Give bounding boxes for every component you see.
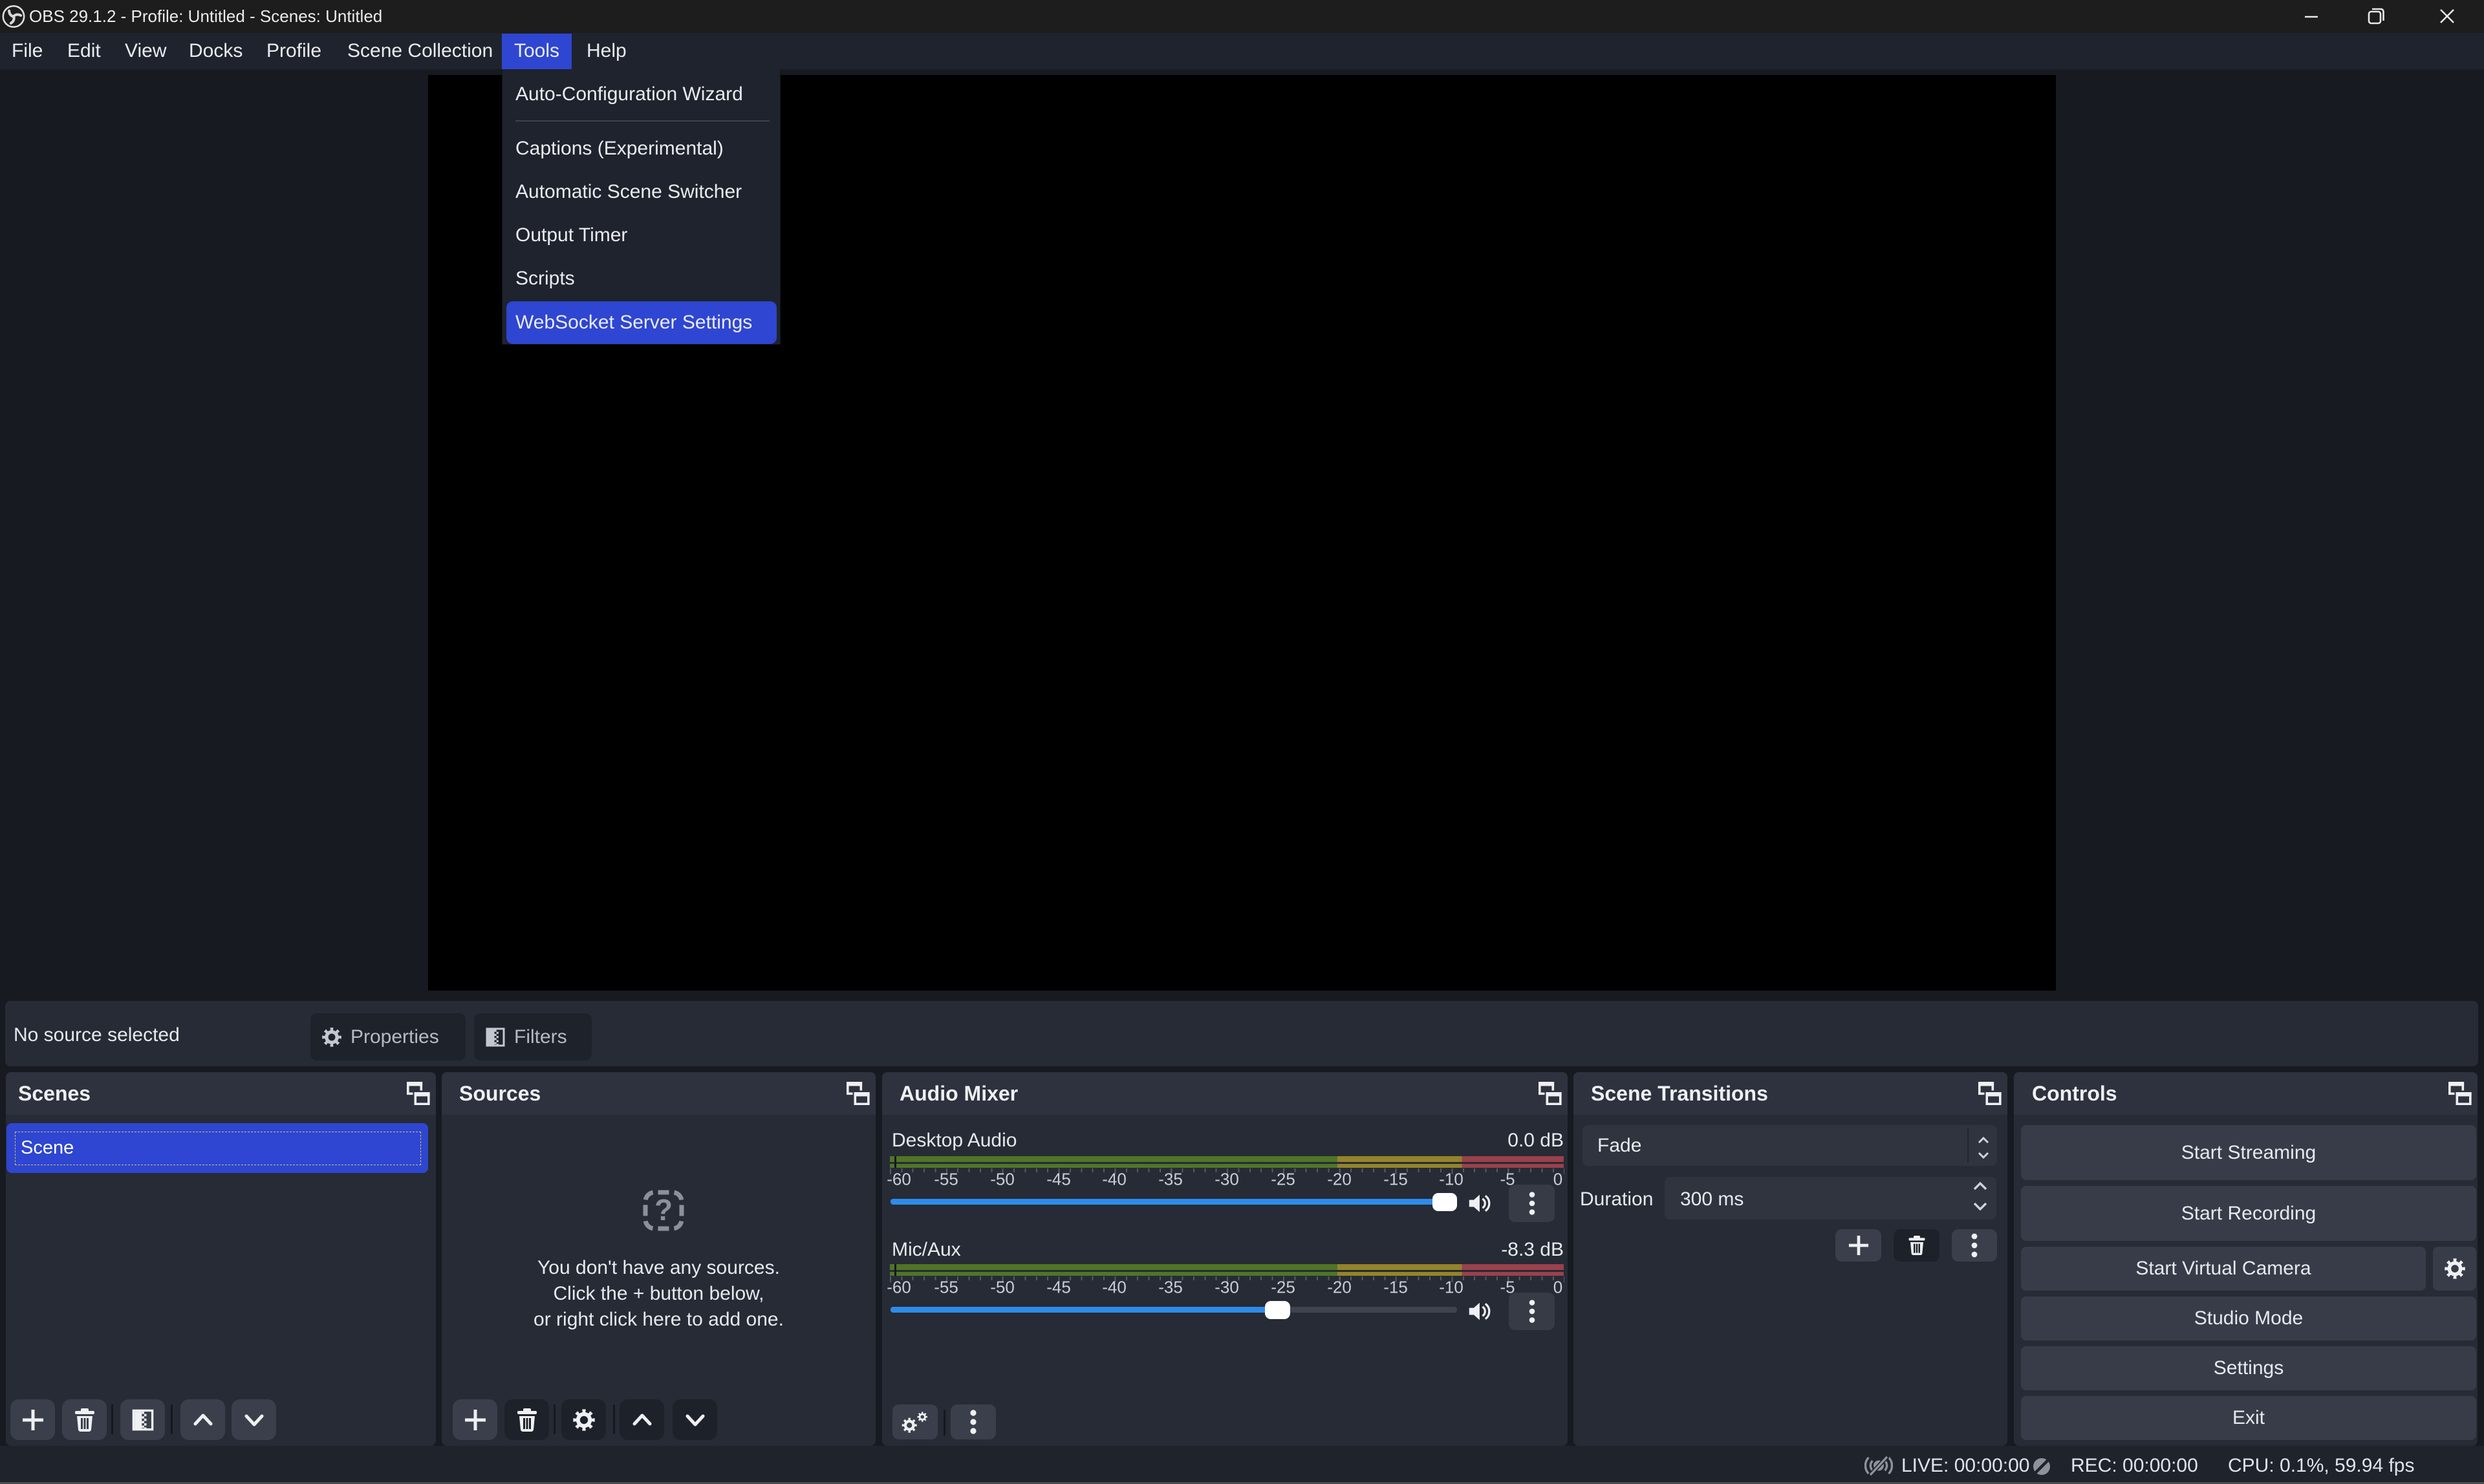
svg-text:?: ? (654, 1193, 673, 1227)
